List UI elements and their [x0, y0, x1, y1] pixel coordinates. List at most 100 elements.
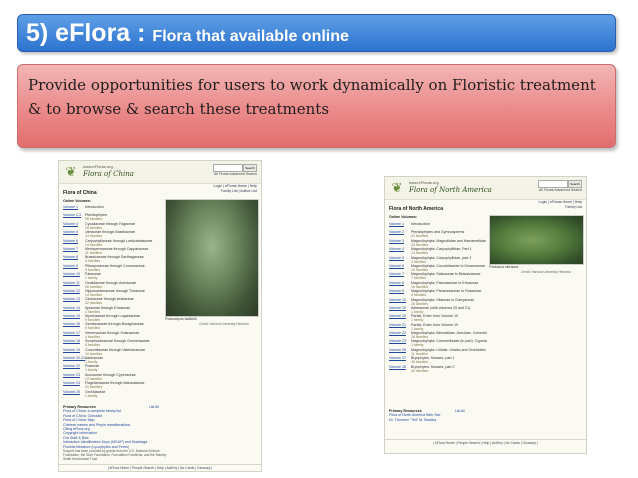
volume-row[interactable]: Volume 28 Bryophytes: Mosses, part 2 49 fa… — [389, 365, 489, 373]
secondary-nav-links[interactable]: Family List — [565, 205, 582, 209]
volume-link[interactable]: Volume 13 — [63, 297, 80, 301]
volume-link[interactable]: Volume 9 — [63, 264, 78, 268]
volume-row[interactable]: Volume 22 Poaceae 1 family — [63, 364, 163, 372]
volume-link[interactable]: Volume 10 — [63, 272, 80, 276]
volume-link[interactable]: Volume 19 — [63, 348, 80, 352]
volume-link[interactable]: Volume 22 — [389, 331, 406, 335]
volume-link[interactable]: Volume 7 — [63, 247, 78, 251]
volume-link[interactable]: Volume 21 — [389, 323, 406, 327]
volume-link[interactable]: Volume 11 — [63, 281, 80, 285]
volume-link[interactable]: Volume 12 — [389, 298, 406, 302]
volume-row[interactable]: Volume 2 Pteridophytes and Gymnosperms 31 … — [389, 230, 489, 238]
volume-row[interactable]: Volume 9 Pittosporaceae through Connarace… — [63, 264, 163, 272]
volume-link[interactable]: Volume 15 — [63, 314, 80, 318]
volume-link[interactable]: Volume 6 — [63, 239, 78, 243]
search-button[interactable]: Search — [243, 164, 257, 172]
volume-link[interactable]: Volume 20 — [389, 314, 406, 318]
volume-link[interactable]: Volume 5 — [63, 230, 78, 234]
volume-row[interactable]: Volume 26 Magnoliophyta: Liliidae: Lilial… — [389, 348, 489, 356]
volume-row[interactable]: Volume 13 Clusiaceae through Araliaceae 32… — [63, 297, 163, 305]
volume-row[interactable]: Volume 19 Cucurbitaceae through Valeriana… — [63, 348, 163, 356]
volume-link[interactable]: Volume 2 — [389, 230, 404, 234]
volume-row[interactable]: Volume 22 Magnoliophyta: Alismatidae, Are… — [389, 331, 489, 339]
volume-row[interactable]: Volume 27 Bryophytes: Mosses, part 1 49 fa… — [389, 356, 489, 364]
volume-link[interactable]: Volume 6 — [389, 264, 404, 268]
volume-link[interactable]: Volume 1 — [389, 222, 404, 226]
site-footer[interactable]: | eFlora Home | People Search | Help | A… — [59, 464, 261, 471]
volume-count: 1 family — [85, 393, 98, 398]
volume-row[interactable]: Volume 12 Magnoliophyta: Vitaceae to Garr… — [389, 298, 489, 306]
volume-row[interactable]: Volume 2-3 Pteridophytes 56 families — [63, 213, 163, 221]
resource-link[interactable]: Dr. Thornton "Ted" M. Barkley — [389, 418, 440, 422]
volume-row[interactable]: Volume 7 Menispermaceae through Capparace… — [63, 247, 163, 255]
volume-link[interactable]: Volume 24 — [63, 381, 80, 385]
volume-row[interactable]: Volume 7 Magnoliophyta: Salicaceae to Bra… — [389, 272, 489, 280]
resource-link[interactable]: Interactive Identification Keys (MOUP) a… — [63, 440, 147, 444]
volume-row[interactable]: Volume 1 Introduction — [389, 222, 489, 230]
volume-row[interactable]: Volume 24 Flagellariaceae through Maranta… — [63, 381, 163, 389]
volume-row[interactable]: Volume 23 Acoraceae through Cyperaceae 13 … — [63, 373, 163, 381]
volume-link[interactable]: Volume 17 — [63, 331, 80, 335]
volume-row[interactable]: Volume 11 Oxalidaceae through Aceraceae 26… — [63, 281, 163, 289]
volume-row[interactable]: Volume 18 Scrophulariaceae through Gesner… — [63, 339, 163, 347]
search-button[interactable]: Search — [568, 180, 582, 188]
search-scope-options[interactable]: All Floras Advanced Search — [539, 188, 582, 192]
volume-link[interactable]: Volume 28 — [389, 365, 406, 369]
volume-link[interactable]: Volume 12 — [63, 289, 80, 293]
volume-row[interactable]: Volume 14 Apiaceae through Ericaceae 3 fam… — [63, 306, 163, 314]
search-scope-options[interactable]: All Floras Advanced Search — [214, 172, 257, 176]
volume-link[interactable]: Volume 8 — [63, 255, 78, 259]
volume-link[interactable]: Volume 9 — [389, 289, 404, 293]
volume-row[interactable]: Volume 20-21 Asteraceae 1 family — [63, 356, 163, 364]
volume-row[interactable]: Volume 8 Brassicaceae through Saxifragace… — [63, 255, 163, 263]
volume-row[interactable]: Volume 16 Gentianaceae through Boraginace… — [63, 322, 163, 330]
volume-link[interactable]: Volume 8 — [389, 281, 404, 285]
volume-name: Introduction — [85, 205, 104, 209]
secondary-nav-links[interactable]: Family List | Author List — [221, 189, 257, 193]
volume-row[interactable]: Volume 4 Cycadaceae through Fagaceae 15 fa… — [63, 222, 163, 230]
volume-row[interactable]: Volume 1 Introduction — [63, 205, 163, 213]
volume-link[interactable]: Volume 18 — [63, 339, 80, 343]
volume-row[interactable]: Volume 15 Myrsinaceae through Loganiaceae… — [63, 314, 163, 322]
volume-link[interactable]: Volume 22 — [63, 364, 80, 368]
volume-row[interactable]: Volume 21 Partial, Enter from Volume 19 1 … — [389, 323, 489, 331]
volume-link[interactable]: Volume 19 — [389, 306, 406, 310]
volume-row[interactable]: Volume 20 Partial, Enter from Volume 19 1 … — [389, 314, 489, 322]
volume-link[interactable]: Volume 27 — [389, 356, 406, 360]
volume-link[interactable]: Volume 16 — [63, 322, 80, 326]
volume-link[interactable]: Volume 26 — [389, 348, 406, 352]
volume-link[interactable]: Volume 1 — [63, 205, 78, 209]
list-all-link[interactable]: List All — [149, 405, 159, 409]
volume-link[interactable]: Volume 23 — [389, 339, 406, 343]
volume-link[interactable]: Volume 5 — [389, 256, 404, 260]
search-input[interactable] — [213, 164, 243, 172]
volume-row[interactable]: Volume 25 Orchidaceae 1 family — [63, 390, 163, 398]
volume-row[interactable]: Volume 10 Fabaceae 1 family — [63, 272, 163, 280]
top-nav-links[interactable]: Login | eFloras Home | Help — [214, 184, 257, 188]
volume-row[interactable]: Volume 12 Hippocastanaceae through Theace… — [63, 289, 163, 297]
volume-link[interactable]: Volume 4 — [63, 222, 78, 226]
volume-row[interactable]: Volume 6 Caryophyllaceae through Lardizab… — [63, 239, 163, 247]
volume-row[interactable]: Volume 8 Magnoliophyta: Paeoniaceae to Er… — [389, 281, 489, 289]
list-all-link[interactable]: List All — [455, 409, 465, 413]
volume-link[interactable]: Volume 25 — [63, 390, 80, 394]
volume-row[interactable]: Volume 5 Magnoliophyta: Caryophyllidae, p… — [389, 256, 489, 264]
volume-link[interactable]: Volume 23 — [63, 373, 80, 377]
volume-row[interactable]: Volume 5 Ulmaceae through Basellaceae 24 f… — [63, 230, 163, 238]
volume-link[interactable]: Volume 3 — [389, 239, 404, 243]
volume-row[interactable]: Volume 19 Asteraceae (with volumes 20 and… — [389, 306, 489, 314]
volume-row[interactable]: Volume 3 Magnoliophyta: Magnoliidae and H… — [389, 239, 489, 247]
volume-row[interactable]: Volume 23 Magnoliophyta: Commelinidae (in… — [389, 339, 489, 347]
search-input[interactable] — [538, 180, 568, 188]
volume-row[interactable]: Volume 6 Magnoliophyta: Cucurbitaceae to … — [389, 264, 489, 272]
volume-link[interactable]: Volume 7 — [389, 272, 404, 276]
site-footer[interactable]: | eFlora Home | People Search | Help | A… — [385, 439, 586, 446]
volume-link[interactable]: Volume 2-3 — [63, 213, 81, 217]
volume-link[interactable]: Volume 20-21 — [63, 356, 85, 360]
volume-link[interactable]: Volume 14 — [63, 306, 80, 310]
volume-row[interactable]: Volume 9 Magnoliophyta: Picramniaceae to … — [389, 289, 489, 297]
volume-row[interactable]: Volume 17 Verbenaceae through Solanaceae 4… — [63, 331, 163, 339]
top-nav-links[interactable]: Login | eFloras Home | Help — [539, 200, 582, 204]
volume-link[interactable]: Volume 4 — [389, 247, 404, 251]
volume-row[interactable]: Volume 4 Magnoliophyta: Caryophyllidae, P… — [389, 247, 489, 255]
